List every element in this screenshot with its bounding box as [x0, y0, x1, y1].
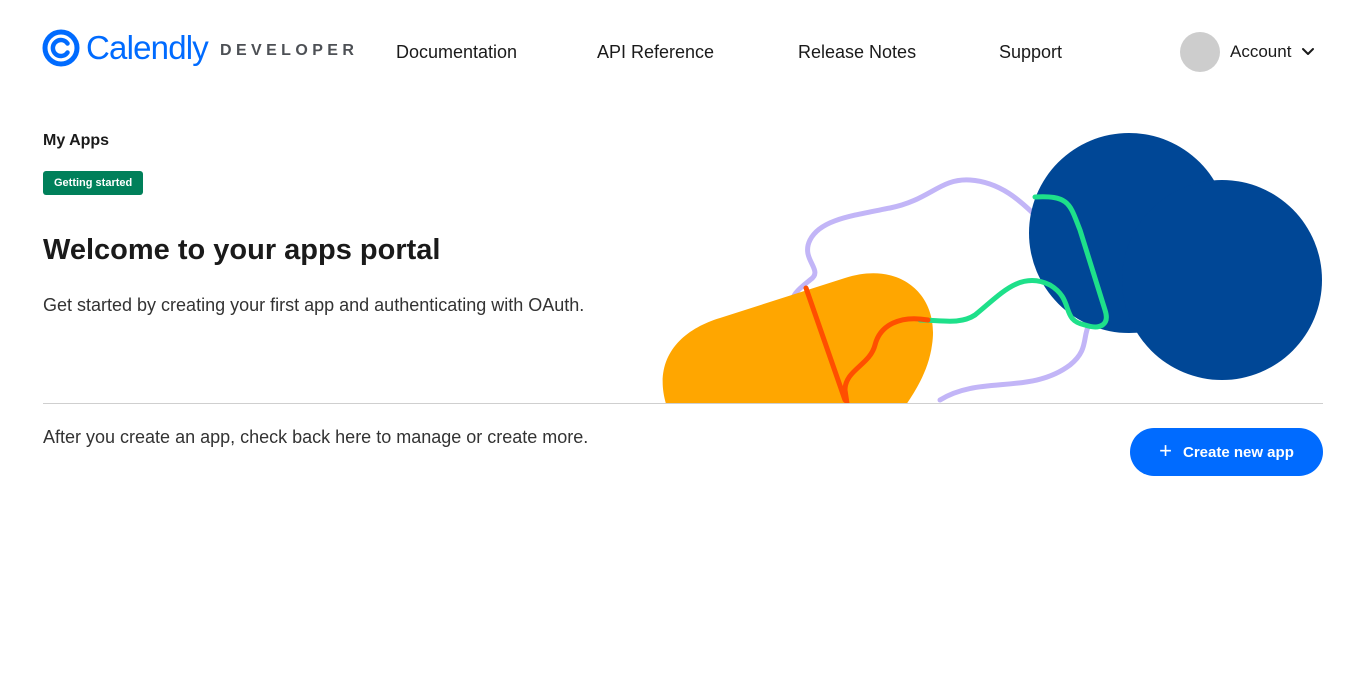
logo-wordmark: Calendly — [86, 29, 209, 66]
chevron-down-icon — [1302, 48, 1315, 55]
section-divider — [43, 403, 1323, 404]
welcome-heading: Welcome to your apps portal — [43, 234, 441, 266]
plus-icon: + — [1159, 437, 1172, 463]
manage-apps-text: After you create an app, check back here… — [43, 427, 589, 447]
top-nav-bar: Calendly DEVELOPER Documentation API Ref… — [0, 0, 1366, 105]
account-menu[interactable]: Account — [1180, 32, 1315, 72]
nav-documentation[interactable]: Documentation — [396, 40, 517, 64]
create-new-app-button[interactable]: + Create new app — [1130, 428, 1323, 476]
hero-illustration — [640, 120, 1340, 404]
nav-release-notes[interactable]: Release Notes — [798, 40, 916, 64]
calendly-developer-logo[interactable]: Calendly DEVELOPER — [42, 27, 358, 69]
nav-api-reference[interactable]: API Reference — [597, 40, 714, 64]
account-label: Account — [1230, 42, 1292, 61]
welcome-subtext: Get started by creating your first app a… — [43, 295, 585, 315]
nav-support[interactable]: Support — [999, 40, 1062, 64]
create-new-app-label: Create new app — [1182, 443, 1294, 461]
page-title: My Apps — [43, 132, 110, 149]
calendly-logo-icon — [42, 29, 80, 67]
illustration-navy-circle-right — [1122, 180, 1322, 380]
avatar — [1180, 32, 1220, 72]
status-badge: Getting started — [43, 171, 144, 195]
logo-developer-label: DEVELOPER — [220, 42, 359, 59]
